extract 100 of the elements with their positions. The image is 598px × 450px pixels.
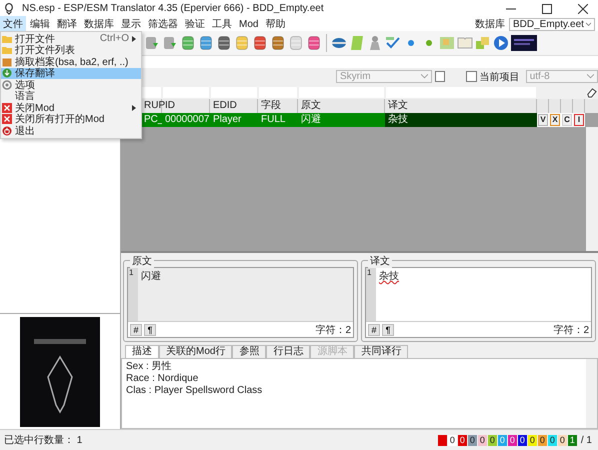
- flag-badge[interactable]: C: [562, 114, 572, 126]
- database-icon[interactable]: [306, 35, 322, 51]
- tab[interactable]: 共同译行: [354, 345, 408, 358]
- map-icon[interactable]: [439, 35, 455, 51]
- menu-item[interactable]: 验证: [182, 16, 208, 32]
- play-icon[interactable]: [493, 35, 509, 51]
- editor-text: 闪避: [140, 270, 161, 284]
- status-counter: 0: [478, 434, 487, 446]
- database-icon[interactable]: [252, 35, 268, 51]
- folder-icon: [2, 45, 12, 56]
- menu-item[interactable]: 数据库: [81, 16, 117, 32]
- tab[interactable]: 行日志: [266, 345, 310, 358]
- table-cell: 闪避: [298, 113, 385, 127]
- filter-field[interactable]: [163, 86, 209, 98]
- total-count: / 1: [580, 434, 592, 446]
- flag-badge[interactable]: V: [538, 114, 548, 126]
- menu-item[interactable]: 退出: [1, 125, 141, 136]
- database-icon[interactable]: [270, 35, 286, 51]
- box-icon: [2, 56, 12, 67]
- table-cell: 00000007: [162, 113, 210, 127]
- group-title: 原文: [130, 254, 154, 268]
- database-icon[interactable]: [198, 35, 214, 51]
- tab[interactable]: 参照: [232, 345, 266, 358]
- menu-item[interactable]: 文件: [0, 16, 26, 32]
- table-cell: Player: [210, 113, 258, 127]
- menu-item[interactable]: 保存翻译: [1, 68, 141, 79]
- window-title: NS.esp - ESP/ESM Translator 4.35 (Epervier 666) - BDD_Empty.eet: [22, 3, 324, 14]
- format-button[interactable]: ¶: [382, 324, 394, 336]
- menu-item[interactable]: 筛选器: [145, 16, 181, 32]
- figure-icon[interactable]: [367, 35, 383, 51]
- filter-field[interactable]: [211, 86, 257, 98]
- submenu-arrow-icon: [132, 36, 136, 42]
- menu-item[interactable]: 显示: [118, 16, 144, 32]
- database-icon[interactable]: [180, 35, 196, 51]
- status-counter: 1: [568, 434, 577, 446]
- table-cell: 杂技: [385, 113, 537, 127]
- flag-badge[interactable]: I: [574, 114, 584, 126]
- database-dropdown[interactable]: BDD_Empty.eet: [509, 18, 595, 30]
- description-line: Clas : Player Spellsword Class: [126, 385, 264, 397]
- checkbox[interactable]: [466, 71, 477, 82]
- database-arrow-icon[interactable]: [144, 35, 160, 51]
- menu-item[interactable]: 编辑: [27, 16, 53, 32]
- close-icon[interactable]: [578, 4, 588, 14]
- database-label: 数据库: [475, 18, 505, 31]
- filter-field[interactable]: [259, 86, 297, 98]
- scrollbar[interactable]: [586, 127, 598, 251]
- format-button[interactable]: #: [130, 324, 142, 336]
- spellcheck-icon[interactable]: [385, 35, 401, 51]
- menu-item[interactable]: 关闭Mod: [1, 102, 141, 114]
- exit-icon: [2, 126, 12, 136]
- checkbox[interactable]: [435, 71, 446, 82]
- menu-item[interactable]: 选项: [1, 79, 141, 90]
- menu-item[interactable]: 打开文件 Ctrl+O: [1, 33, 141, 44]
- group-title: 译文: [368, 254, 392, 268]
- menu-item[interactable]: 摘取档案(bsa, ba2, erf, ..): [1, 56, 141, 68]
- status-counter: 0: [448, 434, 457, 446]
- status-counter: 0: [468, 434, 477, 446]
- menu-item[interactable]: 语言: [1, 90, 141, 102]
- format-button[interactable]: ¶: [144, 324, 156, 336]
- line-number: 1: [366, 268, 376, 321]
- disc-icon[interactable]: [331, 35, 347, 51]
- status-counter: 0: [458, 434, 467, 446]
- database-icon[interactable]: [216, 35, 232, 51]
- book-icon[interactable]: [457, 35, 473, 51]
- text-editor[interactable]: 1 闪避: [128, 268, 353, 321]
- menu-item[interactable]: Mod: [236, 18, 262, 30]
- char-count: 字符：2: [315, 324, 351, 336]
- scrollbar[interactable]: [586, 359, 597, 428]
- tab[interactable]: 描述: [125, 345, 159, 358]
- filter-field[interactable]: [299, 86, 384, 98]
- menu-item[interactable]: 帮助: [262, 16, 288, 32]
- tab[interactable]: 关联的Mod行: [159, 345, 232, 358]
- close-icon: [2, 114, 12, 124]
- database-arrow-icon[interactable]: [162, 35, 178, 51]
- status-counter: 0: [518, 434, 527, 446]
- status-counter: 0: [508, 434, 517, 446]
- status-counter: 0: [528, 434, 537, 446]
- maximize-icon[interactable]: [542, 4, 552, 14]
- status-counter: 0: [498, 434, 507, 446]
- menu-item[interactable]: 关闭所有打开的Mod: [1, 114, 141, 125]
- format-button[interactable]: #: [368, 324, 380, 336]
- menu-item[interactable]: 打开文件列表: [1, 44, 141, 56]
- status-counter: 0: [548, 434, 557, 446]
- char-count: 字符：2: [553, 324, 589, 336]
- close-icon: [2, 102, 12, 113]
- status-counter: 0: [558, 434, 567, 446]
- filter-field[interactable]: [386, 86, 536, 98]
- text-editor[interactable]: 1 杂技: [366, 268, 591, 321]
- table-cell: PC_: [141, 113, 162, 127]
- submenu-arrow-icon: [132, 104, 136, 111]
- status-text: 已选中行数量： 1: [4, 434, 82, 447]
- filter-field[interactable]: [142, 86, 161, 98]
- plugin-logo-icon[interactable]: [511, 35, 537, 51]
- app-icon: [4, 2, 14, 14]
- folder-icon: [2, 34, 12, 44]
- description-line: Race : Nordique: [126, 373, 200, 385]
- menu-item[interactable]: 工具: [209, 16, 235, 32]
- menu-item[interactable]: 翻译: [54, 16, 80, 32]
- line-number: 1: [128, 268, 138, 321]
- flag-badge[interactable]: X: [550, 114, 560, 126]
